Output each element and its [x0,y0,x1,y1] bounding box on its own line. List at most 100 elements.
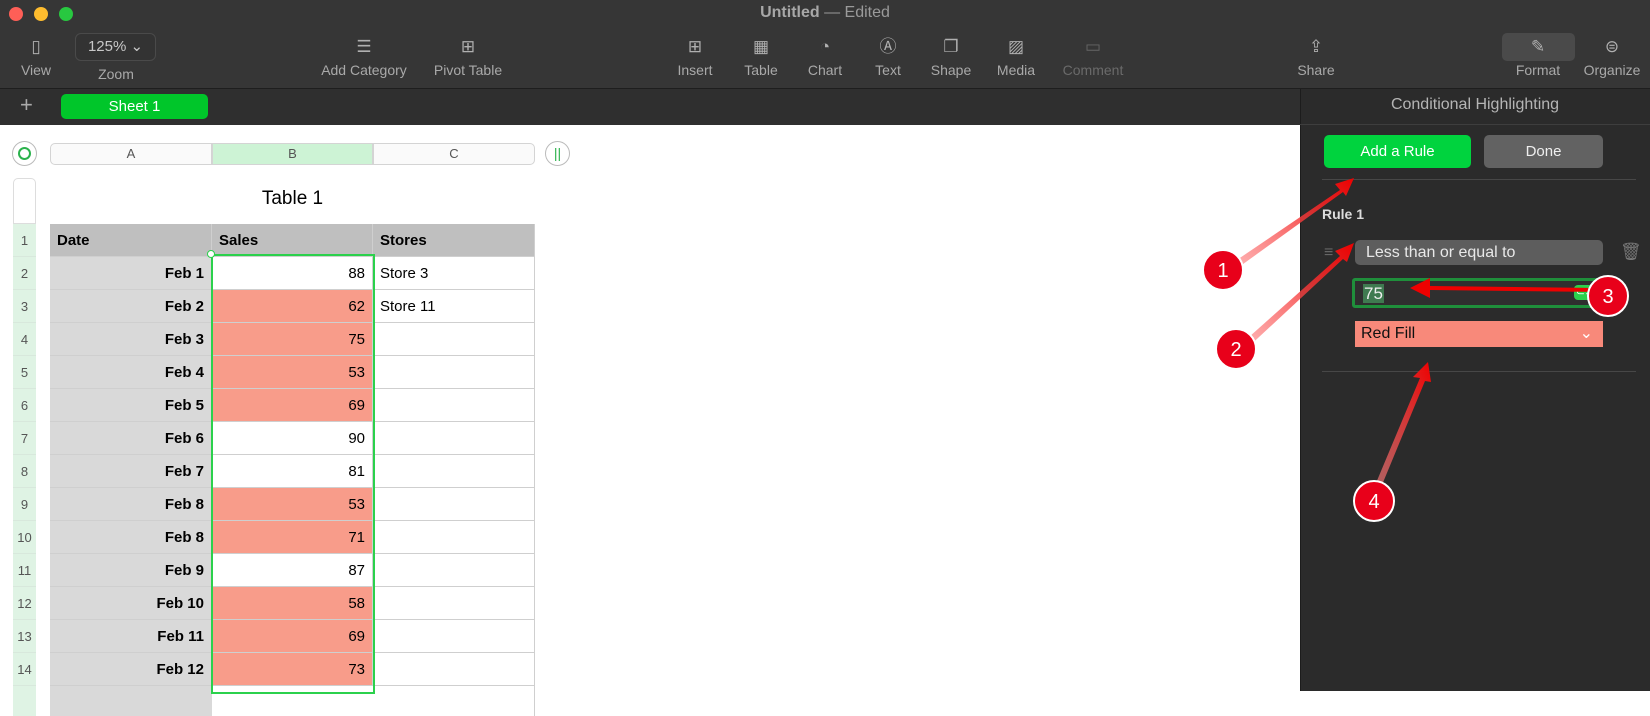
zoom-value: 125% [87,38,127,55]
sales-cell[interactable]: 87 [212,554,373,587]
column-header-a[interactable]: A [50,143,212,165]
date-cell[interactable]: Feb 12 [50,653,212,686]
toolbar-comment-label: Comment [1062,62,1124,78]
date-cell[interactable]: Feb 6 [50,422,212,455]
sales-cell[interactable]: 69 [212,389,373,422]
add-rule-button[interactable]: Add a Rule [1324,135,1471,168]
annotation-number: 1 [1217,260,1228,282]
date-cell[interactable]: Feb 2 [50,290,212,323]
circle-icon [18,147,31,160]
row-header[interactable]: 3 [13,290,36,323]
toolbar-pivot-table-label: Pivot Table [433,62,503,78]
column-header-b[interactable]: B [212,143,373,165]
header-cell-sales[interactable]: Sales [212,224,373,257]
tab-sheet-1[interactable]: Sheet 1 [61,94,208,119]
row-header[interactable]: 5 [13,356,36,389]
row-header[interactable]: 13 [13,620,36,653]
store-cell[interactable] [373,521,535,554]
value-input[interactable]: 75 [1352,278,1606,308]
toolbar-add-category-button[interactable]: ☰ Add Category [319,36,409,78]
row-header[interactable]: 6 [13,389,36,422]
row-header[interactable]: 12 [13,587,36,620]
sales-cell[interactable]: 81 [212,455,373,488]
cell-reference-icon[interactable]: ⊂⊃ [1574,285,1596,300]
divider [1300,124,1650,125]
comment-icon: ▭ [1084,37,1102,56]
sales-cell[interactable]: 62 [212,290,373,323]
store-cell[interactable] [373,587,535,620]
edited-status: — Edited [824,4,890,21]
column-resize-handle[interactable]: || [545,141,570,166]
toolbar-organize-button[interactable]: ⊜ Organize [1567,36,1650,78]
sales-cell[interactable]: 53 [212,488,373,521]
annotation-marker-1 [1202,249,1244,291]
drag-handle-icon[interactable]: ≡ [1324,244,1333,262]
store-cell[interactable]: Store 11 [373,290,535,323]
sales-cell[interactable]: 73 [212,653,373,686]
zoom-label: Zoom [98,66,134,82]
date-cell[interactable]: Feb 10 [50,587,212,620]
date-cell[interactable]: Feb 9 [50,554,212,587]
store-cell[interactable] [373,356,535,389]
header-cell-date[interactable]: Date [50,224,212,257]
store-cell[interactable] [373,620,535,653]
table-select-handle[interactable] [12,141,37,166]
annotation-number: 2 [1230,339,1241,361]
store-cell[interactable] [373,389,535,422]
row-header[interactable]: 7 [13,422,36,455]
store-cell[interactable] [373,653,535,686]
row-header[interactable]: 14 [13,653,36,686]
row-header[interactable]: 9 [13,488,36,521]
date-cell[interactable]: Feb 7 [50,455,212,488]
sales-cell[interactable]: 69 [212,620,373,653]
row-header[interactable]: 11 [13,554,36,587]
store-cell[interactable] [373,323,535,356]
row-header[interactable]: 1 [13,224,36,257]
date-cell[interactable]: Feb 8 [50,521,212,554]
zoom-select[interactable]: 125% ⌄ [75,33,156,61]
document-name: Untitled [760,4,820,21]
row-header[interactable]: 8 [13,455,36,488]
date-cell[interactable]: Feb 8 [50,488,212,521]
toolbar-share-button[interactable]: ⇪ Share [1271,36,1361,78]
date-cell[interactable]: Feb 11 [50,620,212,653]
date-cell[interactable]: Feb 3 [50,323,212,356]
store-cell[interactable] [373,422,535,455]
divider [1322,179,1636,180]
window-title: Untitled — Edited [0,4,1650,22]
toolbar-pivot-table-button[interactable]: ⊞ Pivot Table [423,36,513,78]
date-cell[interactable]: Feb 5 [50,389,212,422]
value-text: 75 [1363,284,1384,303]
chevron-down-icon: ⌄ [130,38,144,55]
toolbar-view-button[interactable]: ▯ View [0,36,81,78]
toolbar-share-label: Share [1297,62,1335,78]
condition-select[interactable]: Less than or equal to [1355,240,1603,265]
store-cell[interactable] [373,554,535,587]
chevron-down-icon: ⌄ [1579,325,1593,342]
row-header[interactable]: 10 [13,521,36,554]
sales-cell[interactable]: 71 [212,521,373,554]
style-select[interactable]: Red Fill ⌄ [1355,321,1603,347]
row-header[interactable]: 4 [13,323,36,356]
toolbar-comment-button[interactable]: ▭ Comment [1048,36,1138,78]
sales-cell[interactable]: 88 [212,257,373,290]
store-cell[interactable] [373,488,535,521]
sales-cell[interactable]: 53 [212,356,373,389]
row-header-corner [13,178,36,224]
sales-cell[interactable]: 90 [212,422,373,455]
date-cell[interactable]: Feb 4 [50,356,212,389]
header-cell-stores[interactable]: Stores [373,224,535,257]
sales-cell[interactable]: 75 [212,323,373,356]
add-sheet-button[interactable]: + [20,92,33,118]
divider [1322,371,1636,372]
store-cell[interactable]: Store 3 [373,257,535,290]
date-cell[interactable]: Feb 1 [50,257,212,290]
column-header-c[interactable]: C [373,143,535,165]
row-header[interactable]: 2 [13,257,36,290]
trash-icon[interactable]: 🗑 [1620,242,1642,262]
done-button[interactable]: Done [1484,135,1603,168]
sales-cell[interactable]: 58 [212,587,373,620]
list-icon: ☰ [356,37,372,56]
store-cell[interactable] [373,455,535,488]
selection-handle[interactable] [207,250,215,258]
